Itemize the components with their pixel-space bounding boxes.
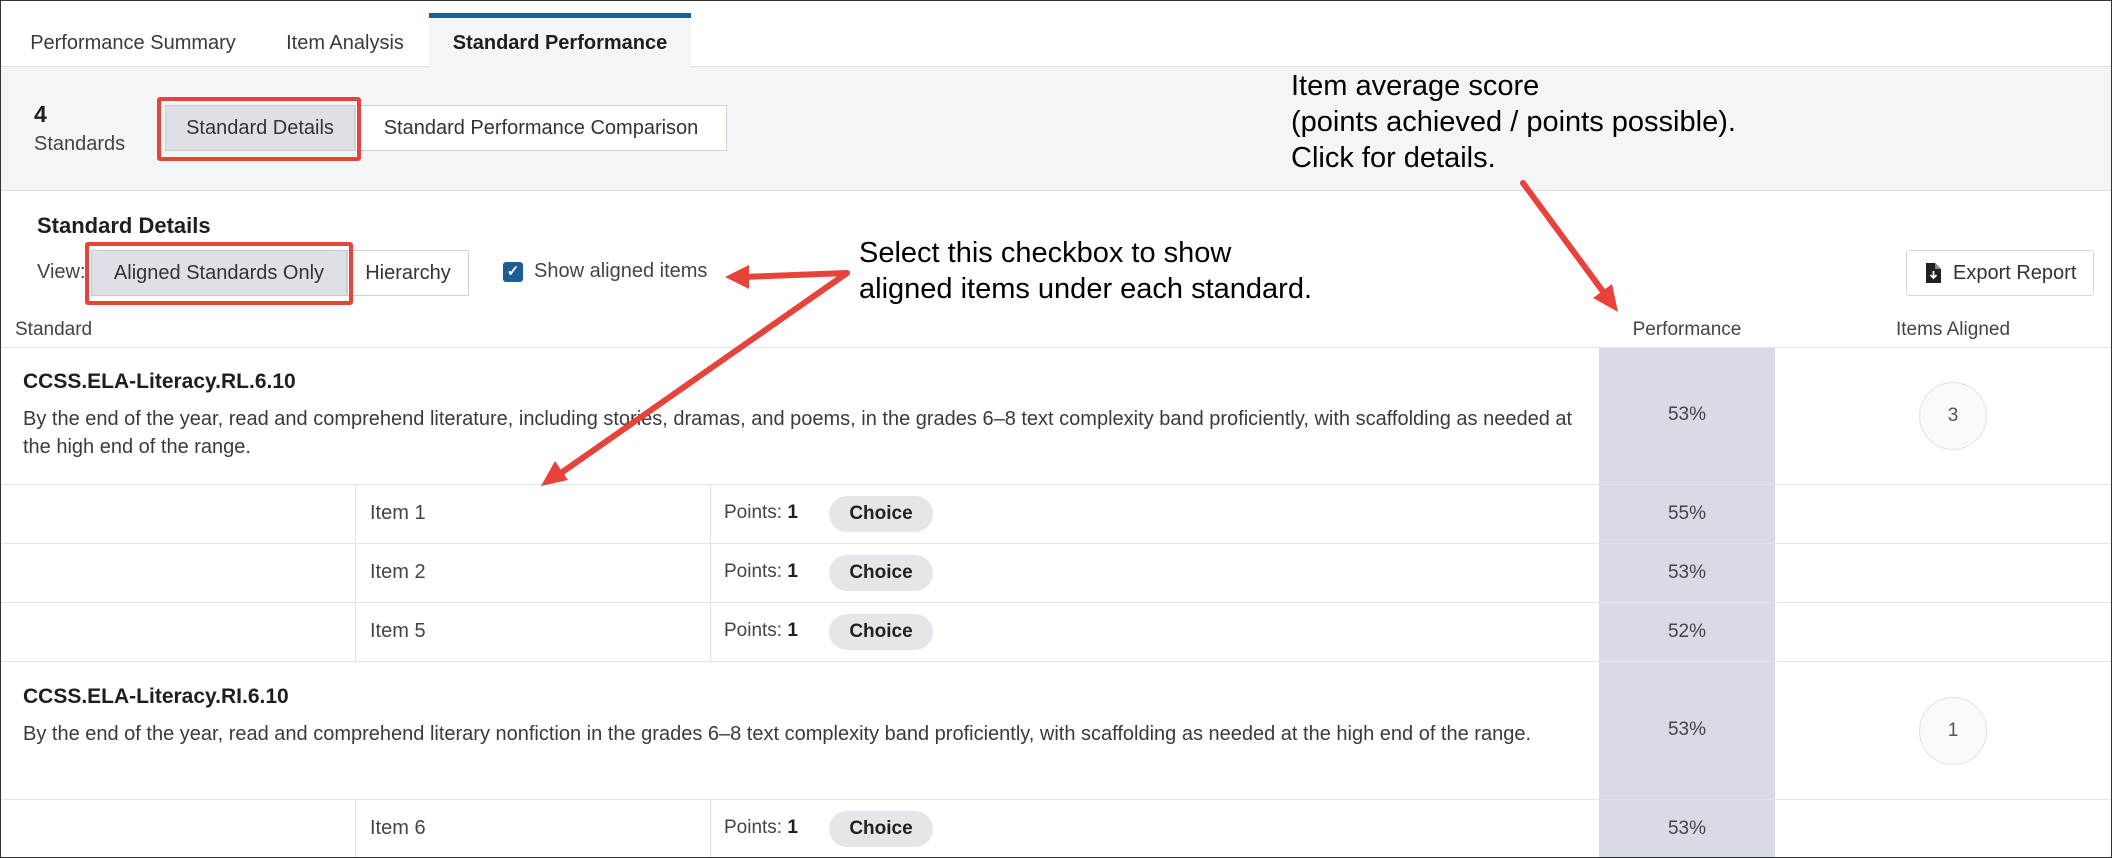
- arrow-to-checkbox: [740, 270, 850, 280]
- arrow-head-icon: [725, 265, 749, 289]
- screenshot-frame: Performance Summary Item Analysis Standa…: [0, 0, 2112, 858]
- arrow-to-performance: [1520, 180, 1610, 300]
- annotation-arrows: [541, 180, 1618, 486]
- arrow-to-items: [558, 270, 850, 476]
- arrow-head-icon: [1593, 284, 1618, 312]
